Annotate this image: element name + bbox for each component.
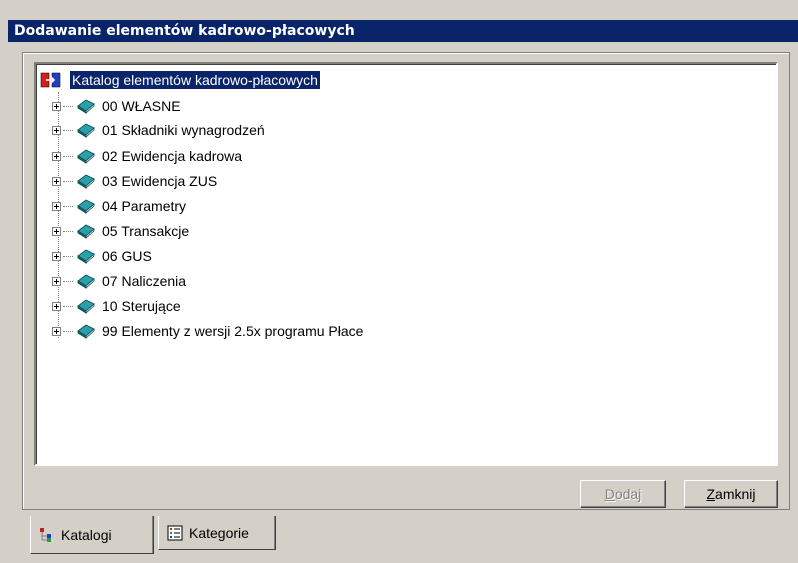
tree-root[interactable]: Katalog elementów kadrowo-płacowych [40, 70, 321, 90]
tree-item-06[interactable]: 06 GUS [52, 246, 152, 266]
catalog-root-icon [40, 71, 62, 89]
expand-icon[interactable] [52, 326, 61, 336]
book-icon [77, 174, 95, 189]
book-icon [77, 299, 95, 314]
tree-item-00[interactable]: 00 WŁASNE [52, 96, 181, 116]
tree-item-01[interactable]: 01 Składniki wynagrodzeń [52, 120, 265, 140]
book-icon [77, 249, 95, 264]
tree-item-label: 99 Elementy z wersji 2.5x programu Płace [102, 323, 364, 339]
tree-item-label: 04 Parametry [102, 198, 187, 214]
tree-item-05[interactable]: 05 Transakcje [52, 221, 189, 241]
tree-item-07[interactable]: 07 Naliczenia [52, 271, 186, 291]
tree-item-10[interactable]: 10 Sterujące [52, 296, 181, 316]
tree-item-label: 05 Transakcje [102, 223, 190, 239]
tree-item-02[interactable]: 02 Ewidencja kadrowa [52, 146, 242, 166]
tab-katalogi[interactable]: Katalogi [30, 516, 154, 554]
tree-item-label: 07 Naliczenia [102, 273, 187, 289]
tree-item-label: 10 Sterujące [102, 298, 181, 314]
tree-item-label: 01 Składniki wynagrodzeń [102, 122, 265, 138]
expand-icon[interactable] [52, 201, 61, 211]
expand-icon[interactable] [52, 125, 61, 135]
tree-item-label: 02 Ewidencja kadrowa [102, 148, 243, 164]
tree-item-label: 03 Ewidencja ZUS [102, 173, 218, 189]
add-button[interactable]: Dodaj [580, 480, 666, 508]
window-title: Dodawanie elementów kadrowo-płacowych [8, 20, 798, 42]
book-icon [77, 274, 95, 289]
tab-kategorie[interactable]: Kategorie [158, 516, 276, 550]
tab-label: Kategorie [189, 524, 249, 541]
tree-item-99[interactable]: 99 Elementy z wersji 2.5x programu Płace [52, 321, 363, 341]
tab-label: Katalogi [61, 526, 112, 543]
expand-icon[interactable] [52, 151, 61, 161]
book-icon [77, 123, 95, 138]
book-icon [77, 199, 95, 214]
book-icon [77, 99, 95, 114]
expand-icon[interactable] [52, 301, 61, 311]
expand-icon[interactable] [52, 176, 61, 186]
tree-item-04[interactable]: 04 Parametry [52, 196, 186, 216]
expand-icon[interactable] [52, 226, 61, 236]
close-button[interactable]: Zamknij [684, 480, 778, 508]
expand-icon[interactable] [52, 276, 61, 286]
book-icon [77, 149, 95, 164]
tree-item-label: 00 WŁASNE [102, 98, 181, 114]
tree-root-label[interactable]: Katalog elementów kadrowo-płacowych [69, 70, 321, 90]
expand-icon[interactable] [52, 251, 61, 261]
expand-icon[interactable] [52, 101, 61, 111]
book-icon [77, 224, 95, 239]
tree-item-03[interactable]: 03 Ewidencja ZUS [52, 171, 217, 191]
tree-icon [40, 527, 51, 542]
list-icon [167, 525, 183, 540]
tree-item-label: 06 GUS [102, 248, 152, 264]
book-icon [77, 324, 95, 339]
